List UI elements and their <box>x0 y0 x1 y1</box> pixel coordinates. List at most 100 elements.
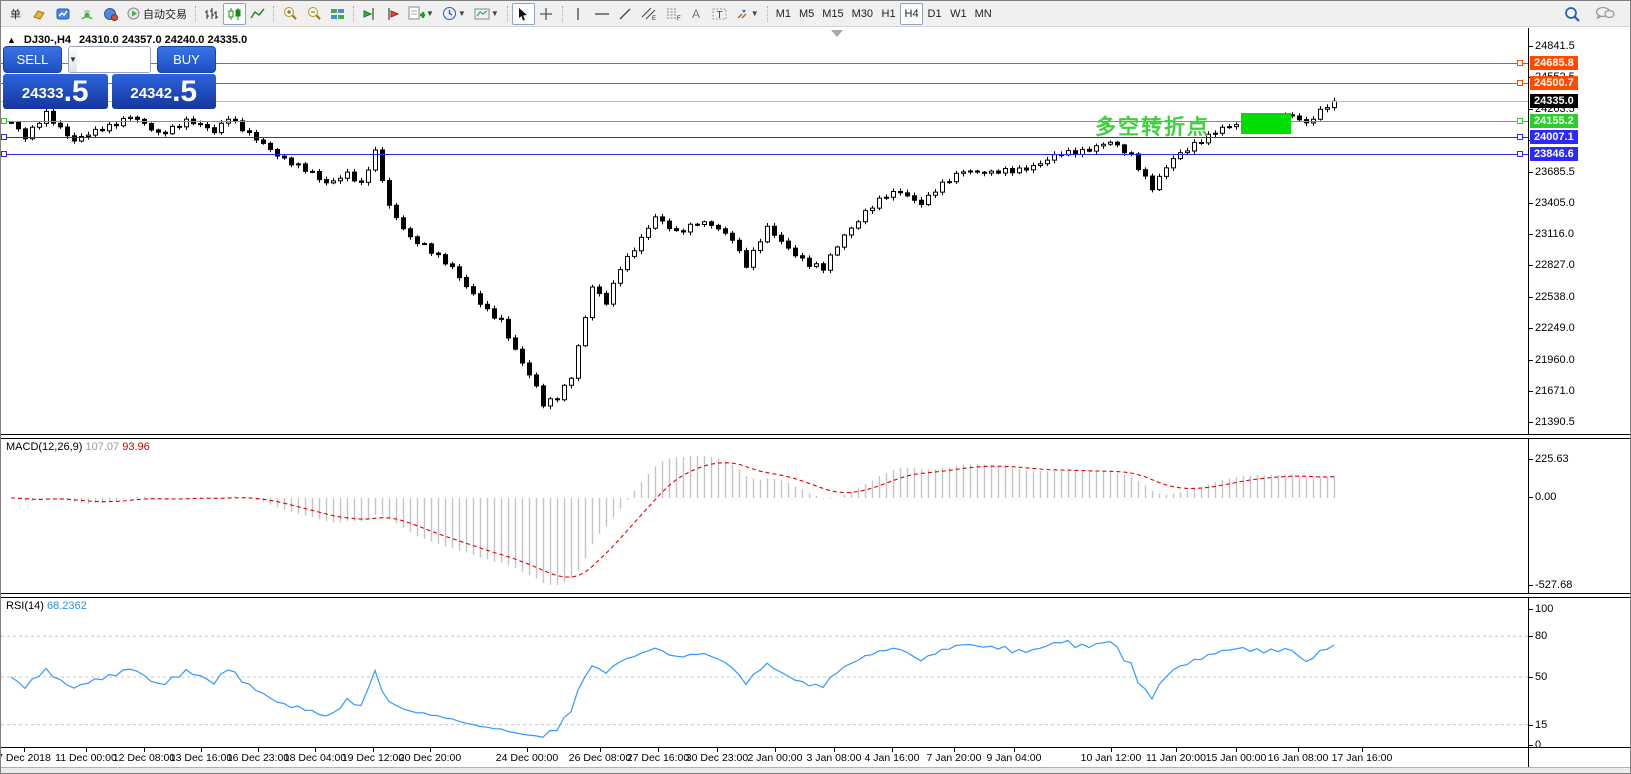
templates-button[interactable]: ▼ <box>470 3 503 25</box>
macd-panel-separator[interactable] <box>1 434 1630 439</box>
arrows-tool-icon[interactable]: ▼ <box>731 3 763 25</box>
macd-pane[interactable] <box>1 438 1528 593</box>
level-line-left-handle[interactable] <box>1 118 7 124</box>
timeframe-button-m15[interactable]: M15 <box>818 3 847 25</box>
level-line-right-handle[interactable] <box>1517 80 1523 86</box>
sell-button[interactable]: SELL <box>3 46 62 73</box>
price-axis-tick-label: 22827.0 <box>1535 259 1575 271</box>
highlight-rectangle[interactable] <box>1241 113 1291 134</box>
buy-button[interactable]: BUY <box>157 46 216 73</box>
volume-decrease-button[interactable]: ▼ <box>69 47 77 72</box>
sell-price-main: 24333 <box>22 81 64 107</box>
price-axis-tick-label: 23685.5 <box>1535 166 1575 178</box>
macd-signal-value: 93.96 <box>122 441 150 453</box>
autotrade-button[interactable]: 自动交易 <box>123 3 191 25</box>
equidistant-channel-tool-icon[interactable]: E <box>637 3 661 25</box>
search-icon[interactable] <box>1560 3 1585 25</box>
candlestick-chart-type-icon[interactable] <box>223 3 246 25</box>
time-axis-label: 13 Dec 16:00 <box>170 752 232 764</box>
tile-windows-icon[interactable] <box>326 3 349 25</box>
timeframe-button-m30[interactable]: M30 <box>848 3 877 25</box>
toolbar-separator <box>273 6 274 22</box>
macd-axis-label: 225.63 <box>1535 453 1569 465</box>
chart-scroll-marker-icon[interactable] <box>831 30 843 37</box>
time-axis-label: 7 Dec 2018 <box>0 752 51 764</box>
gold-orders-icon[interactable] <box>27 3 51 25</box>
market-icon[interactable] <box>99 3 123 25</box>
price-level-line[interactable] <box>1 83 1528 84</box>
timeframe-button-mn[interactable]: MN <box>971 3 996 25</box>
new-order-label: 单 <box>10 6 21 22</box>
price-axis-tick-dash <box>1528 46 1533 47</box>
time-axis-line <box>1 747 1630 748</box>
add-indicator-button[interactable]: ▼ <box>404 3 438 25</box>
bar-chart-type-icon[interactable] <box>200 3 223 25</box>
chart-symbol-period: DJ30-,H4 <box>24 34 71 46</box>
level-line-left-handle[interactable] <box>1 134 7 140</box>
level-line-right-handle[interactable] <box>1517 134 1523 140</box>
price-level-line[interactable] <box>1 154 1528 155</box>
timeframe-group: M1M5M15M30H1H4D1W1MN <box>772 3 996 25</box>
time-axis-label: 4 Jan 16:00 <box>865 752 920 764</box>
level-line-right-handle[interactable] <box>1517 60 1523 66</box>
auto-scroll-icon[interactable] <box>358 3 381 25</box>
chart-shift-icon[interactable] <box>381 3 404 25</box>
buy-price-big-digit: .5 <box>172 77 197 107</box>
timeframe-button-w1[interactable]: W1 <box>946 3 971 25</box>
chat-icon[interactable] <box>1591 3 1619 25</box>
timeframe-button-h1[interactable]: H1 <box>877 3 900 25</box>
rsi-axis-dash <box>1528 677 1533 678</box>
time-axis-label: 7 Jan 20:00 <box>927 752 982 764</box>
price-axis-tick-dash <box>1528 360 1533 361</box>
toolbar-right-group <box>1560 3 1627 25</box>
current-price-line[interactable] <box>1 101 1528 102</box>
price-axis-tick-dash <box>1528 109 1533 110</box>
text-tool-icon[interactable]: A <box>685 3 708 25</box>
level-line-left-handle[interactable] <box>1 151 7 157</box>
price-axis-tick-dash <box>1528 265 1533 266</box>
price-level-badge: 24685.8 <box>1530 56 1578 70</box>
macd-axis-dash <box>1528 459 1533 460</box>
level-line-right-handle[interactable] <box>1517 151 1523 157</box>
signals-icon[interactable] <box>75 3 99 25</box>
rsi-pane[interactable] <box>1 597 1528 747</box>
price-level-badge: 24007.1 <box>1530 130 1578 144</box>
price-level-line[interactable] <box>1 121 1528 122</box>
collapse-triangle-icon[interactable]: ▲ <box>7 35 16 45</box>
toolbar-separator <box>767 6 768 22</box>
fibonacci-tool-icon[interactable]: F <box>661 3 685 25</box>
zoom-out-icon[interactable] <box>302 3 326 25</box>
time-axis-label: 16 Dec 23:00 <box>227 752 289 764</box>
time-axis-label: 11 Jan 20:00 <box>1146 752 1206 764</box>
text-label-tool-icon[interactable]: T <box>708 3 731 25</box>
level-line-right-handle[interactable] <box>1517 118 1523 124</box>
rsi-axis-label: 0 <box>1535 739 1541 751</box>
timeframe-button-h4[interactable]: H4 <box>900 3 923 25</box>
time-axis-label: 24 Dec 00:00 <box>496 752 558 764</box>
candlestick-chart[interactable] <box>1 31 1528 434</box>
price-axis-tick-dash <box>1528 297 1533 298</box>
history-center-icon[interactable] <box>51 3 75 25</box>
price-level-line[interactable] <box>1 137 1528 138</box>
line-chart-type-icon[interactable] <box>246 3 269 25</box>
trendline-tool-icon[interactable] <box>614 3 637 25</box>
macd-name: MACD(12,26,9) <box>6 441 82 453</box>
volume-input[interactable] <box>77 47 151 72</box>
new-order-button[interactable]: 单 <box>4 3 27 25</box>
rsi-panel-separator[interactable] <box>1 593 1630 598</box>
cursor-tool-icon[interactable] <box>512 3 535 25</box>
timeframe-button-m1[interactable]: M1 <box>772 3 795 25</box>
price-axis-tick-dash <box>1528 422 1533 423</box>
periods-clock-button[interactable]: ▼ <box>438 3 470 25</box>
crosshair-tool-icon[interactable] <box>535 3 558 25</box>
sell-price-display[interactable]: 24333 .5 <box>3 74 108 109</box>
zoom-in-icon[interactable] <box>278 3 302 25</box>
price-level-line[interactable] <box>1 63 1528 64</box>
timeframe-button-m5[interactable]: M5 <box>795 3 818 25</box>
vertical-line-tool-icon[interactable] <box>567 3 590 25</box>
time-axis-label: 3 Jan 08:00 <box>807 752 862 764</box>
buy-price-display[interactable]: 24342 .5 <box>112 74 217 109</box>
timeframe-button-d1[interactable]: D1 <box>923 3 946 25</box>
horizontal-line-tool-icon[interactable] <box>590 3 614 25</box>
price-axis-tick-dash <box>1528 328 1533 329</box>
